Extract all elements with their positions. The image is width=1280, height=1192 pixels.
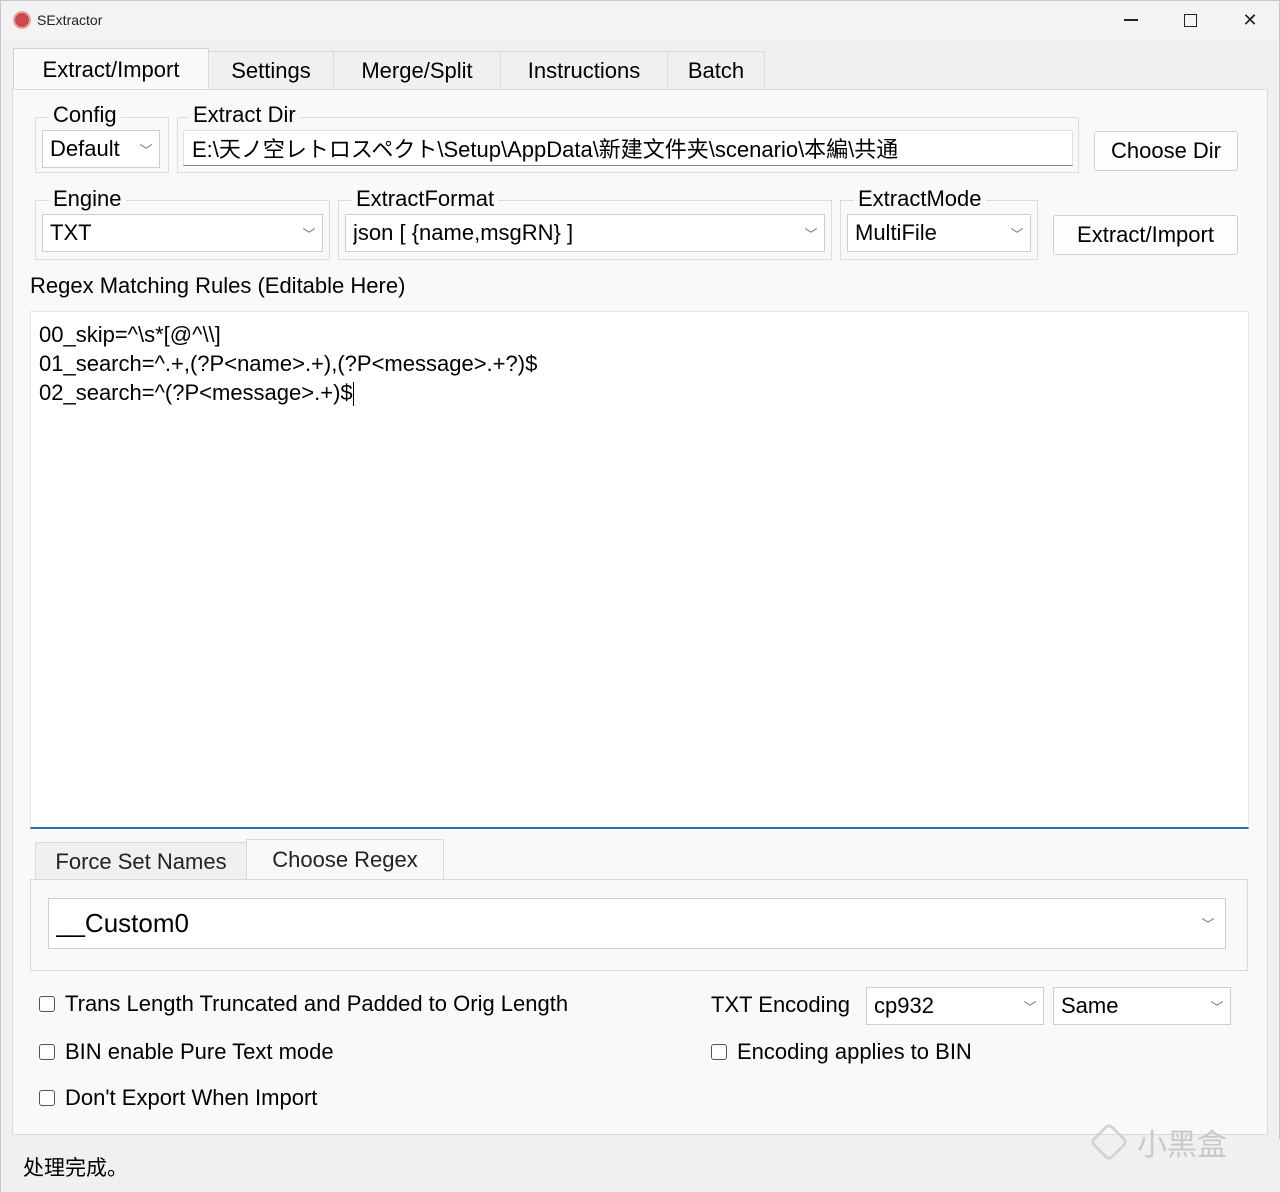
chevron-down-icon: ﹀	[1010, 226, 1024, 242]
extract-import-button[interactable]: Extract/Import	[1053, 215, 1238, 255]
text-caret	[352, 382, 355, 407]
window-title: SExtractor	[37, 12, 103, 28]
encoding-target-select[interactable]: Same ﹀	[1053, 987, 1231, 1025]
chevron-down-icon: ﹀	[1023, 999, 1037, 1015]
config-select[interactable]: Default ﹀	[42, 130, 160, 168]
bin-pure-text-checkbox[interactable]	[39, 1044, 55, 1060]
regex-line: 01_search=^.+,(?P<name>.+),(?P<message>.…	[39, 351, 538, 376]
regex-editor[interactable]: 00_skip=^\s*[@^\\] 01_search=^.+,(?P<nam…	[30, 311, 1249, 829]
chevron-down-icon: ﹀	[302, 226, 316, 242]
tab-extract-import[interactable]: Extract/Import	[13, 48, 209, 90]
watermark-logo-icon	[1089, 1122, 1129, 1162]
tab-force-set-names[interactable]: Force Set Names	[35, 842, 247, 880]
maximize-button[interactable]	[1161, 1, 1219, 39]
tab-merge-split[interactable]: Merge/Split	[333, 51, 501, 89]
app-logo-icon	[13, 11, 31, 29]
encoding-bin-option[interactable]: Encoding applies to BIN	[711, 1039, 972, 1065]
regex-line: 00_skip=^\s*[@^\\]	[39, 322, 221, 347]
chevron-down-icon: ﹀	[1201, 917, 1215, 932]
chevron-down-icon: ﹀	[804, 226, 818, 242]
choose-regex-value: __Custom0	[56, 908, 189, 938]
bin-pure-text-label: BIN enable Pure Text mode	[65, 1039, 334, 1064]
encoding-bin-label: Encoding applies to BIN	[737, 1039, 972, 1064]
maximize-icon	[1183, 13, 1197, 27]
dont-export-label: Don't Export When Import	[65, 1085, 318, 1110]
tab-settings[interactable]: Settings	[208, 51, 334, 89]
watermark-text: 小黑盒	[1137, 1128, 1227, 1163]
bin-pure-text-option[interactable]: BIN enable Pure Text mode	[39, 1039, 334, 1065]
config-value: Default	[50, 136, 120, 161]
engine-label: Engine	[49, 186, 126, 212]
tab-choose-regex[interactable]: Choose Regex	[246, 839, 444, 880]
engine-value: TXT	[50, 220, 92, 245]
encoding-bin-checkbox[interactable]	[711, 1044, 727, 1060]
watermark: 小黑盒	[1089, 1119, 1249, 1165]
tab-batch[interactable]: Batch	[667, 51, 765, 89]
dont-export-checkbox[interactable]	[39, 1090, 55, 1106]
close-icon: ✕	[1242, 9, 1258, 31]
extract-dir-label: Extract Dir	[189, 102, 300, 128]
extract-format-label: ExtractFormat	[352, 186, 499, 212]
txt-encoding-value: cp932	[874, 993, 934, 1018]
extract-dir-input[interactable]: E:\天ノ空レトロスペクト\Setup\AppData\新建文件夹\scenar…	[183, 130, 1073, 166]
trans-length-checkbox[interactable]	[39, 996, 55, 1012]
chevron-down-icon: ﹀	[139, 142, 153, 158]
extract-mode-label: ExtractMode	[854, 186, 986, 212]
txt-encoding-select[interactable]: cp932 ﹀	[866, 987, 1044, 1025]
choose-regex-select[interactable]: __Custom0 ﹀	[48, 898, 1226, 949]
title-bar: SExtractor ✕	[1, 1, 1279, 41]
choose-dir-button[interactable]: Choose Dir	[1094, 131, 1238, 171]
dont-export-option[interactable]: Don't Export When Import	[39, 1085, 317, 1111]
minimize-icon	[1124, 19, 1138, 21]
encoding-target-value: Same	[1061, 993, 1119, 1018]
minimize-button[interactable]	[1102, 1, 1160, 39]
trans-length-label: Trans Length Truncated and Padded to Ori…	[65, 991, 569, 1016]
engine-select[interactable]: TXT ﹀	[42, 214, 323, 252]
close-button[interactable]: ✕	[1221, 1, 1279, 39]
regex-line-text: 02_search=^(?P<message>.+)$	[39, 380, 353, 405]
extract-format-value: json [ {name,msgRN} ]	[353, 220, 574, 245]
tab-instructions[interactable]: Instructions	[500, 51, 668, 89]
extract-mode-value: MultiFile	[855, 220, 937, 245]
config-label: Config	[49, 102, 121, 128]
regex-label: Regex Matching Rules (Editable Here)	[30, 273, 406, 298]
chevron-down-icon: ﹀	[1210, 999, 1224, 1015]
trans-length-option[interactable]: Trans Length Truncated and Padded to Ori…	[39, 991, 568, 1017]
status-text: 处理完成。	[23, 1156, 128, 1180]
extract-format-select[interactable]: json [ {name,msgRN} ] ﹀	[345, 214, 825, 252]
extract-mode-select[interactable]: MultiFile ﹀	[847, 214, 1031, 252]
regex-line: 02_search=^(?P<message>.+)$	[39, 378, 1240, 407]
txt-encoding-label: TXT Encoding	[711, 992, 851, 1017]
app-window: SExtractor ✕ Extract/Import Settings Mer…	[0, 0, 1280, 1192]
